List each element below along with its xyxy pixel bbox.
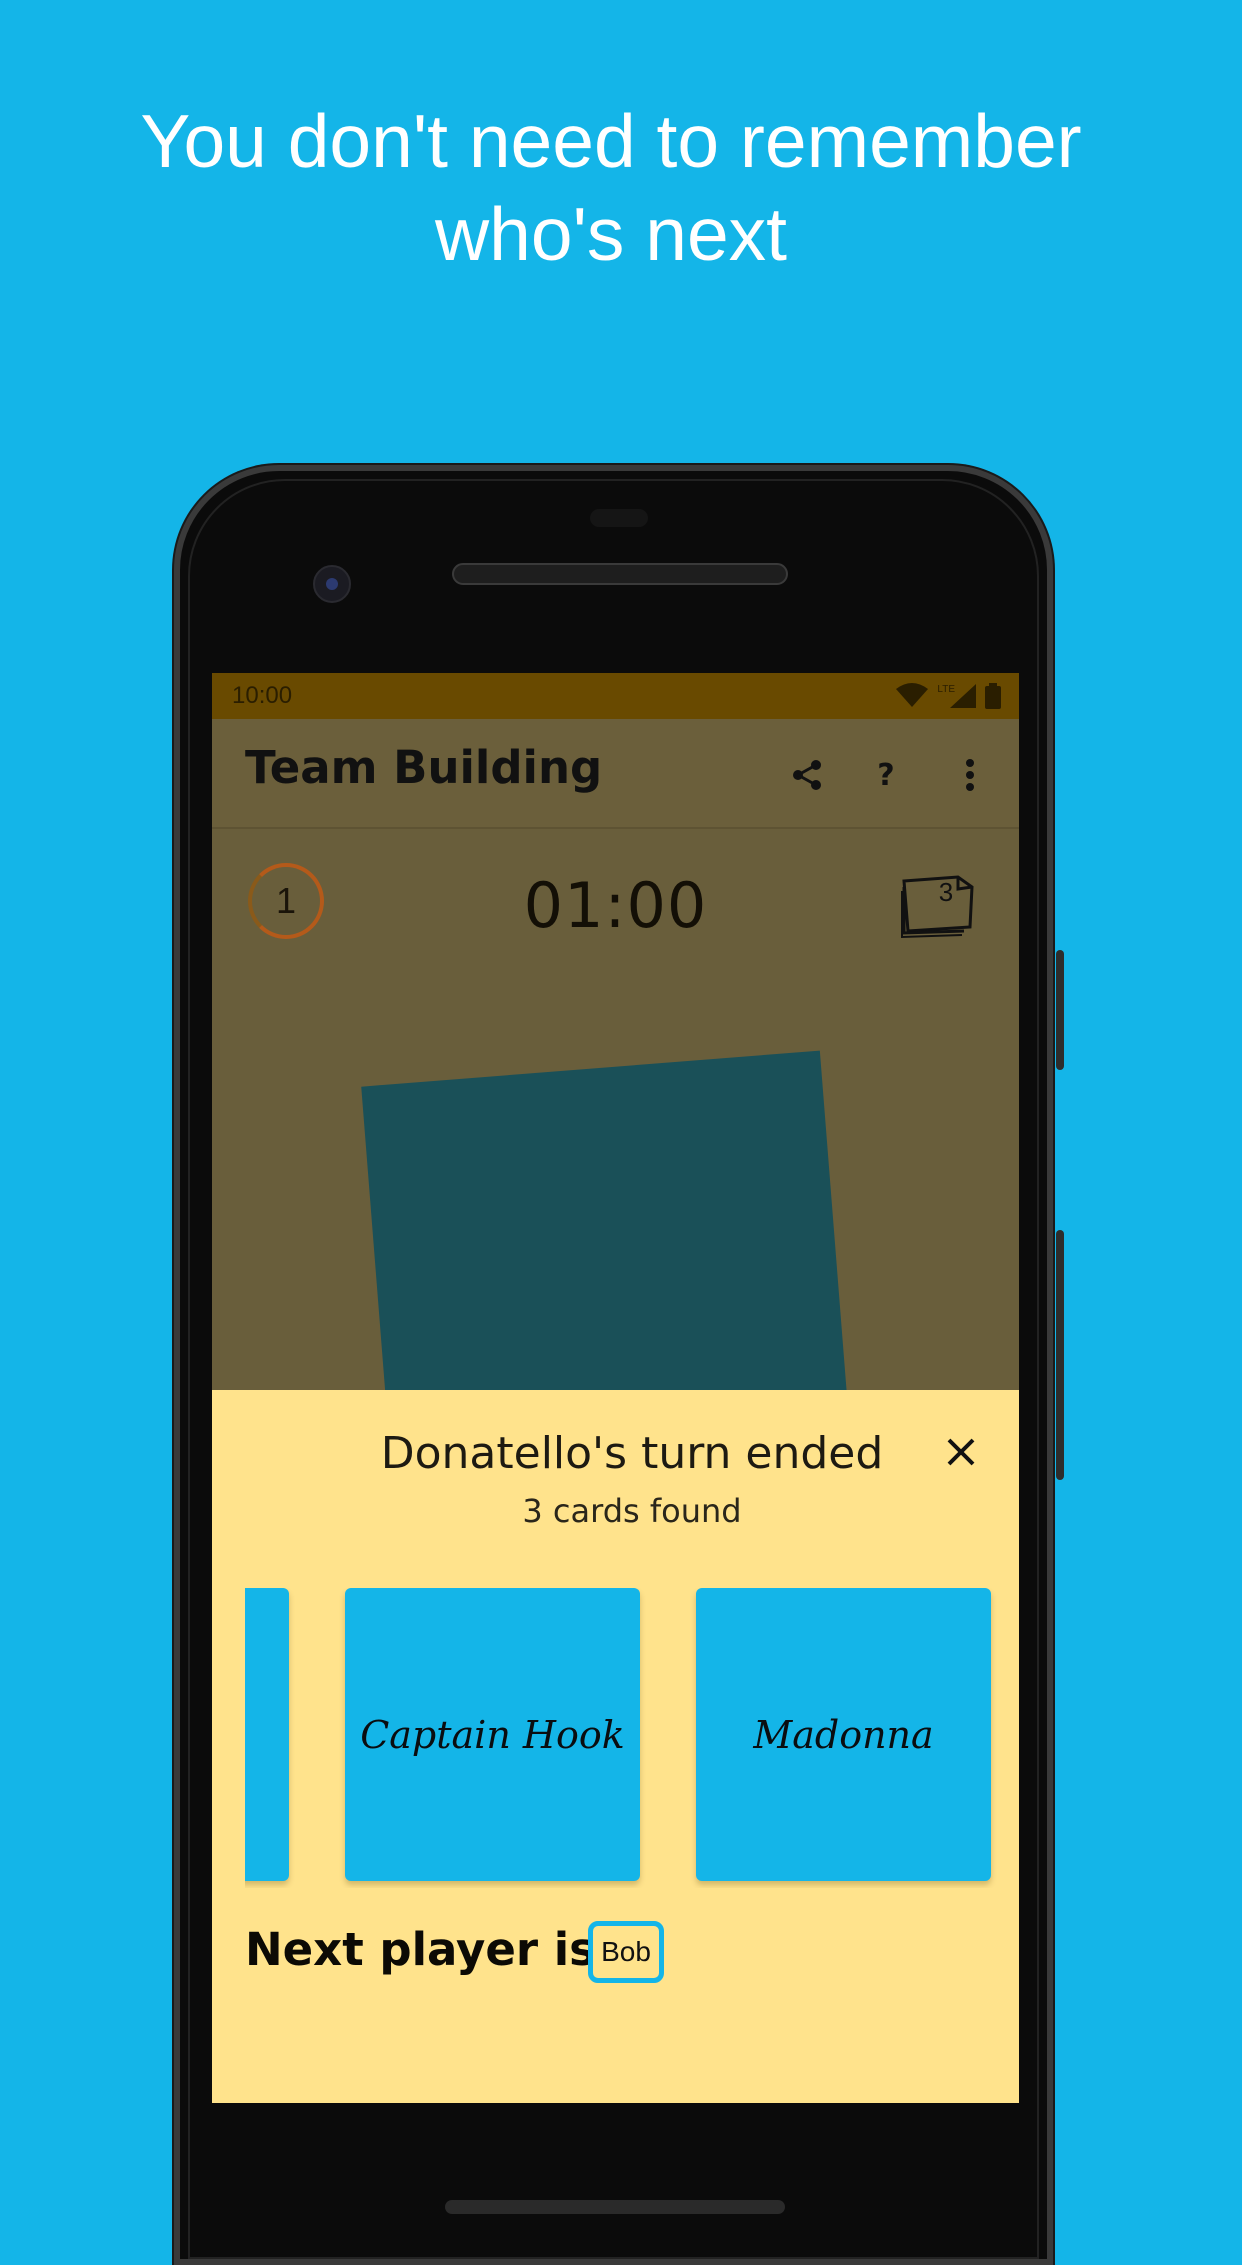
card-deck-icon: 3 <box>900 869 980 939</box>
turn-timer: 01:00 <box>523 869 708 942</box>
status-time: 10:00 <box>232 682 293 709</box>
app-bar: Team Building ? <box>212 719 1019 829</box>
close-icon[interactable] <box>939 1430 983 1474</box>
help-icon[interactable]: ? <box>864 753 908 797</box>
next-player-chip: Bob <box>588 1921 664 1983</box>
promo-headline: You don't need to remember who's next <box>140 99 1082 276</box>
proximity-sensor <box>590 509 648 527</box>
turn-ended-sheet: Donatello's turn ended 3 cards found Cap… <box>212 1390 1019 2103</box>
next-player-label: Next player is <box>245 1923 596 1976</box>
app-screen: 10:00 LTE Team Building ? 1 01:00 3 Dona… <box>212 673 1019 2103</box>
help-glyph: ? <box>877 757 895 793</box>
share-icon[interactable] <box>785 753 829 797</box>
next-player-name: Bob <box>601 1936 651 1967</box>
signal-icon <box>950 684 976 708</box>
earpiece-speaker <box>452 563 788 585</box>
volume-button <box>1056 1230 1064 1480</box>
turn-ended-title: Donatello's turn ended <box>380 1428 884 1479</box>
found-card[interactable]: Madonna <box>696 1588 991 1881</box>
deck-count: 3 <box>938 877 954 907</box>
power-button <box>1056 950 1064 1070</box>
battery-icon <box>985 683 1001 709</box>
status-bar: 10:00 LTE <box>212 673 1019 719</box>
found-cards-carousel[interactable]: Captain Hook Madonna <box>245 1588 1019 1888</box>
more-vert-icon[interactable] <box>948 753 992 797</box>
found-card[interactable]: Captain Hook <box>345 1588 640 1881</box>
phone-home-bar <box>445 2200 785 2214</box>
app-title: Team Building <box>245 741 603 794</box>
front-camera-icon <box>313 565 351 603</box>
wifi-icon <box>896 683 929 707</box>
found-card[interactable] <box>245 1588 289 1881</box>
cards-found-count: 3 cards found <box>522 1492 742 1530</box>
